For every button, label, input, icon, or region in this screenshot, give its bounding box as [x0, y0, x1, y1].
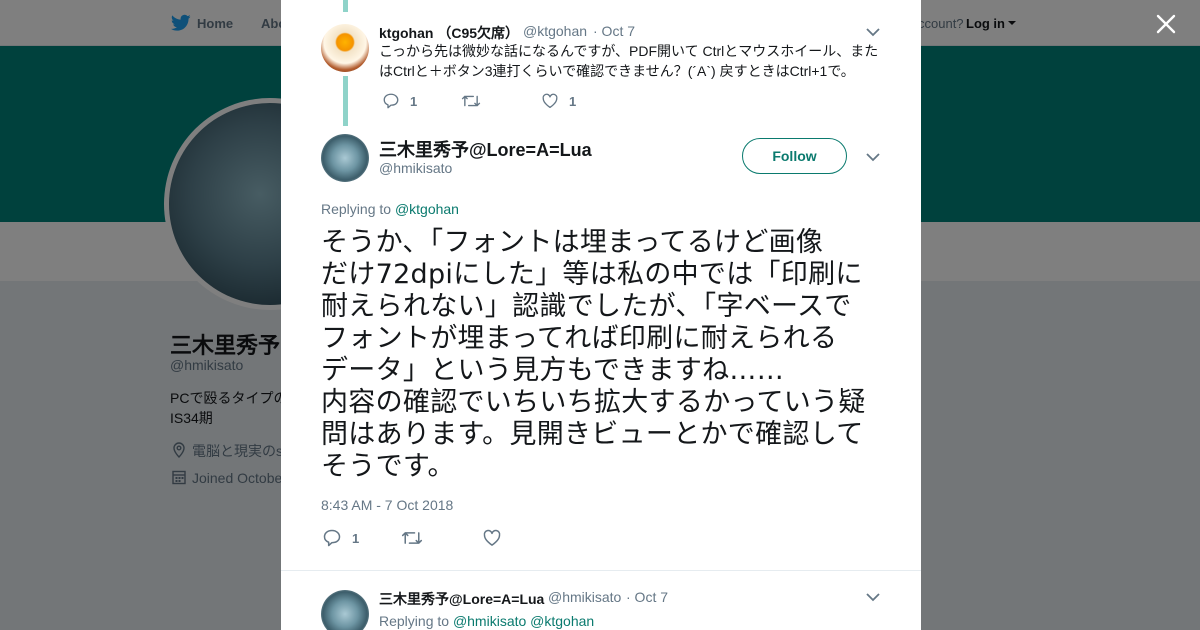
chevron-down-icon[interactable]	[866, 592, 880, 602]
retweet-icon	[401, 532, 423, 544]
main-tweet-text: そうか、「フォントは埋まってるけど画像 だけ72dpiにした」等は私の中では「印…	[321, 227, 866, 482]
replying-handle-link[interactable]: @ktgohan	[530, 613, 594, 629]
retweet-button[interactable]	[461, 92, 491, 110]
like-button[interactable]: 1	[541, 92, 576, 110]
replying-handle-link[interactable]: @hmikisato	[453, 613, 526, 629]
tweet-text-line: はCtrlと＋ボタン3連打くらいで確認できません？(´A`) 戻すときはCtrl…	[379, 63, 855, 79]
reply-button[interactable]: 1	[382, 92, 417, 110]
replying-to: Replying to @ktgohan	[321, 201, 459, 217]
replying-prefix: Replying to	[379, 613, 453, 629]
hmikisato-avatar[interactable]	[321, 134, 369, 182]
retweet-icon	[461, 95, 481, 107]
tweet-text-line: こっから先は微妙な話になるんですが、PDF開いて Ctrlとマウスホイール、また	[379, 43, 879, 59]
replying-prefix: Replying to	[321, 201, 395, 217]
hmikisato-avatar[interactable]	[321, 590, 369, 630]
tweet-timestamp[interactable]: 8:43 AM - 7 Oct 2018	[321, 497, 453, 513]
close-icon[interactable]	[1154, 12, 1178, 36]
chevron-down-icon[interactable]	[866, 152, 880, 162]
tweet-modal: ktgohan （C95欠席） @ktgohan · Oct 7 こっから先は微…	[281, 0, 921, 630]
tweet-date[interactable]: · Oct 7	[626, 589, 668, 605]
tweet-author-name[interactable]: 三木里秀予@Lore=A=Lua	[379, 136, 592, 162]
reply-button[interactable]: 1	[322, 528, 359, 548]
follow-button[interactable]: Follow	[742, 138, 847, 174]
tweet-author-handle[interactable]: @ktgohan	[523, 23, 587, 39]
heart-icon	[542, 93, 558, 109]
like-count: 1	[569, 93, 577, 109]
heart-icon	[483, 529, 501, 546]
like-button[interactable]	[482, 528, 512, 548]
reply-count: 1	[352, 530, 360, 546]
thread-connector	[343, 0, 348, 12]
replying-to: Replying to @hmikisato @ktgohan	[379, 613, 594, 629]
tweet-date[interactable]: · Oct 7	[593, 23, 635, 39]
tweet-author-name[interactable]: 三木里秀予@Lore=A=Lua	[379, 589, 544, 609]
replying-handle-link[interactable]: @ktgohan	[395, 201, 459, 217]
tweet-text: こっから先は微妙な話になるんですが、PDF開いて Ctrlとマウスホイール、また…	[379, 41, 884, 81]
reply-icon	[323, 529, 341, 547]
retweet-button[interactable]	[401, 528, 433, 548]
section-divider	[281, 570, 921, 571]
tweet-author-handle[interactable]: @hmikisato	[548, 589, 621, 605]
tweet-author-handle[interactable]: @hmikisato	[379, 160, 452, 176]
reply-count: 1	[410, 93, 418, 109]
reply-icon	[383, 93, 399, 109]
thread-connector	[343, 76, 348, 126]
ktgohan-avatar[interactable]	[321, 24, 369, 72]
tweet-author-name[interactable]: ktgohan （C95欠席）	[379, 23, 519, 43]
chevron-down-icon[interactable]	[866, 27, 880, 37]
